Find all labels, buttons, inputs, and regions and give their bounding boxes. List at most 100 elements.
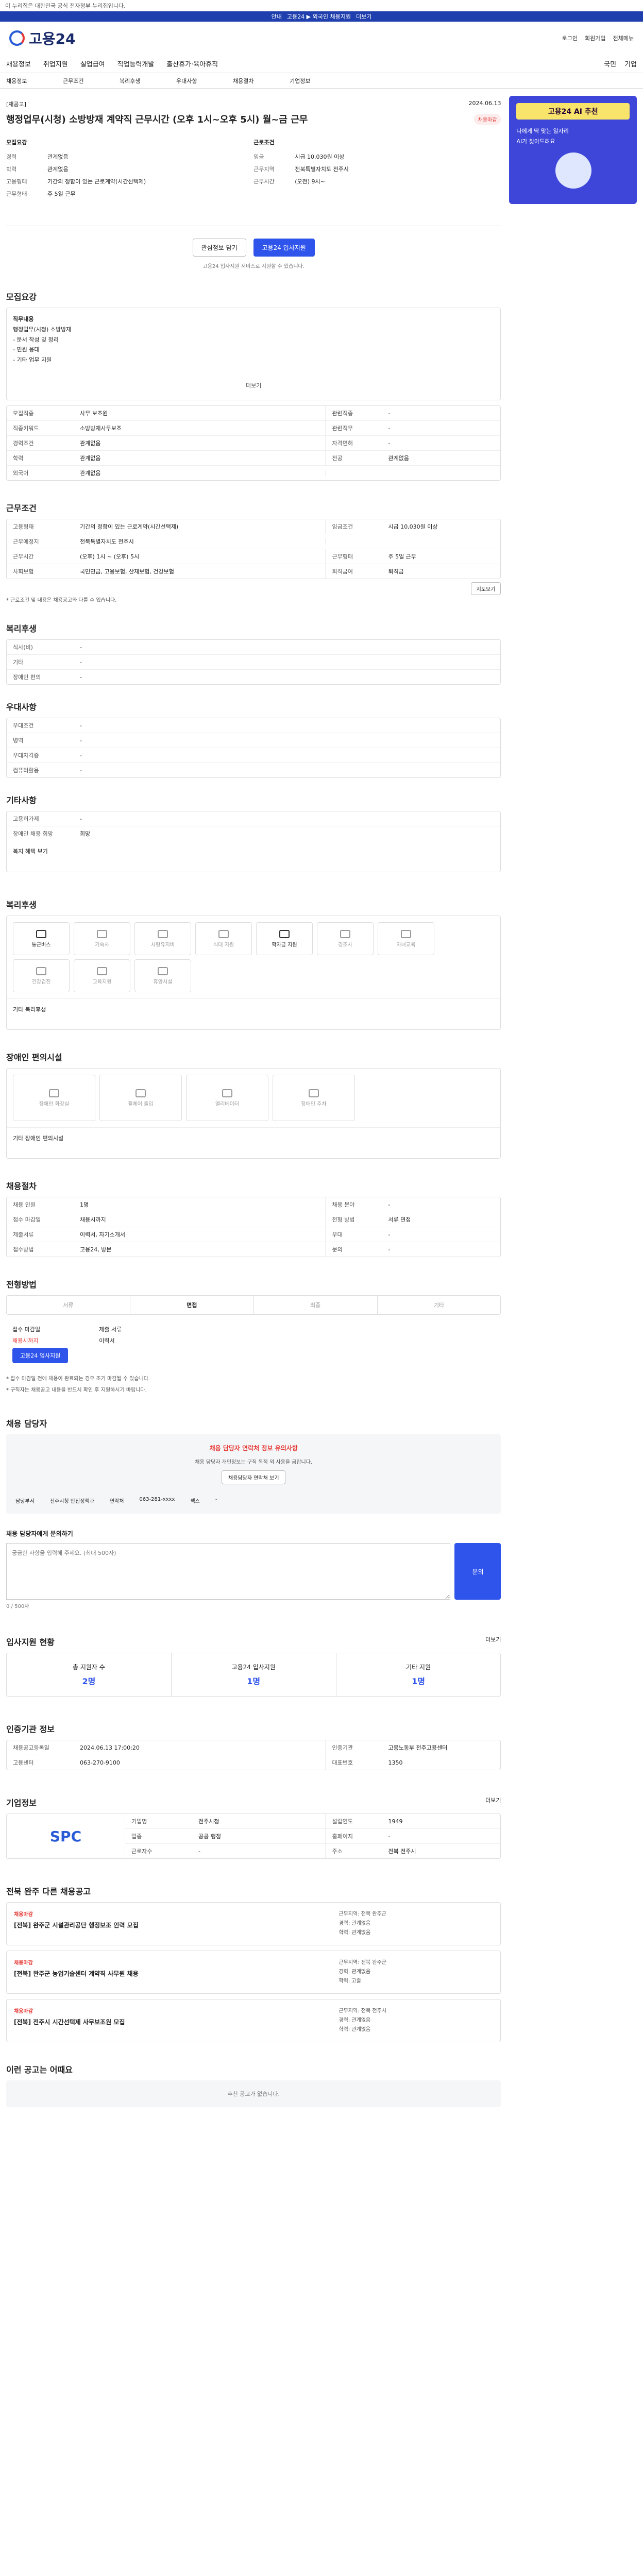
method-tab[interactable]: 기타 bbox=[378, 1296, 501, 1314]
site-header: 고용24 로그인 회원가입 전체메뉴 bbox=[0, 22, 643, 55]
utility-menu: 로그인 회원가입 전체메뉴 bbox=[562, 34, 634, 42]
site-logo[interactable]: 고용24 bbox=[9, 28, 76, 48]
stat-label: 고용24 입사지원 bbox=[231, 1664, 276, 1671]
tab-recruit[interactable]: 채용정보 bbox=[6, 77, 63, 85]
apply-button[interactable]: 고용24 입사지원 bbox=[253, 239, 315, 257]
status-more-link[interactable]: 더보기 bbox=[485, 1635, 501, 1648]
disabled-item-label: 장애인 화장실 bbox=[39, 1101, 70, 1107]
others-title: 전북 완주 다른 채용공고 bbox=[6, 1887, 91, 1896]
tab-conditions[interactable]: 근무조건 bbox=[63, 77, 120, 85]
row-value: 고용노동부 전주고용센터 bbox=[388, 1744, 448, 1751]
other-job-card[interactable]: 채용마감 [전북] 전주시 시간선택제 사무보조원 모집 근무지역: 전북 전주시 경… bbox=[6, 1999, 501, 2042]
row-key: 근무시간 bbox=[13, 553, 34, 560]
welfare-item-label: 자녀교육 bbox=[396, 942, 416, 948]
other-job-main: 채용마감 [전북] 완주군 농업기술센터 계약직 사무원 채용 bbox=[14, 1958, 339, 1986]
row-key: 홈페이지 bbox=[325, 1829, 382, 1843]
welfare-icons-title: 복리후생 bbox=[6, 900, 37, 910]
apply-deadline-value: 채용시까지 bbox=[12, 1337, 39, 1344]
accessibility-icon bbox=[136, 1089, 146, 1097]
row-value: - bbox=[388, 1201, 391, 1208]
row-key: 채용공고등록일 bbox=[13, 1744, 49, 1751]
other-job-badge: 채용마감 bbox=[14, 1912, 33, 1918]
row-key: 경력조건 bbox=[13, 440, 34, 447]
recruit-table: 모집직종 사무 보조원 관련직종 - 직종키워드 소방방재사무보조 관련직무 - 경력조건 관계없… bbox=[6, 405, 501, 481]
welfare-item-label: 휴양시설 bbox=[153, 979, 173, 985]
tab-preference[interactable]: 우대사항 bbox=[176, 77, 233, 85]
job-date: 2024.06.13 bbox=[468, 100, 501, 107]
stat-value: 1명 bbox=[412, 1676, 425, 1686]
welfare-item: 휴양시설 bbox=[134, 959, 191, 992]
summary-row: 근무시간 (오전) 9시~ bbox=[253, 175, 501, 188]
login-link[interactable]: 로그인 bbox=[562, 34, 578, 42]
qna-submit-button[interactable]: 문의 bbox=[454, 1543, 501, 1600]
other-job-title[interactable]: [전북] 완주군 시설관리공단 행정보조 인력 모집 bbox=[14, 1921, 339, 1929]
job-label: [재공고] bbox=[6, 101, 26, 108]
all-menu-button[interactable]: 전체메뉴 bbox=[613, 34, 634, 42]
row-key: 관련직무 bbox=[325, 421, 382, 435]
method-title: 전형방법 bbox=[6, 1280, 37, 1290]
summary-key: 임금 bbox=[253, 154, 264, 160]
map-button[interactable]: 지도보기 bbox=[470, 582, 501, 595]
welfare-item: 경조사 bbox=[317, 922, 374, 955]
announcement-more-link[interactable]: 더보기 bbox=[356, 12, 371, 21]
row-value: - bbox=[80, 767, 82, 774]
table-row: 채용공고등록일 2024.06.13 17:00:20 인증기관 고용노동부 전주고용… bbox=[7, 1740, 501, 1755]
welfare-icon bbox=[158, 929, 168, 938]
row-value: 전북 전주시 bbox=[388, 1848, 416, 1855]
method-note: * 구직자는 채용공고 내용을 반드시 확인 후 지원하시기 바랍니다. bbox=[6, 1387, 147, 1393]
other-job-title[interactable]: [전북] 전주시 시간선택제 사무보조원 모집 bbox=[14, 2018, 339, 2026]
disabled-icon-grid: 장애인 화장실 휠체어 출입 엘리베이터 장애인 주차 bbox=[7, 1069, 500, 1127]
qna-input[interactable] bbox=[6, 1543, 451, 1600]
welfare-icon bbox=[218, 929, 229, 938]
stat-item: 총 지원자 수 2명 bbox=[7, 1653, 172, 1696]
row-value: 고용24, 방문 bbox=[80, 1246, 112, 1253]
nav-item-support[interactable]: 취업지원 bbox=[43, 59, 68, 69]
other-job-card[interactable]: 채용마감 [전북] 완주군 농업기술센터 계약직 사무원 채용 근무지역: 전북 완… bbox=[6, 1951, 501, 1994]
announcement-text[interactable]: 고용24 ▶ 외국인 채용지원 bbox=[287, 12, 351, 21]
company-more-link[interactable]: 더보기 bbox=[485, 1796, 501, 1808]
preference-title: 우대사항 bbox=[6, 702, 37, 712]
welfare-table-section: 복리후생 식사(비) - 기타 - 장애인 편의 - bbox=[6, 622, 501, 685]
other-job-info: 근무지역: 전북 완주군 경력: 관계없음 학력: 관계없음 bbox=[339, 1910, 493, 1938]
extra-more-link[interactable]: 복지 혜택 보기 bbox=[7, 841, 500, 872]
row-value: - bbox=[80, 722, 82, 729]
other-job-meta: 근무지역: 전북 완주군 bbox=[339, 1960, 386, 1965]
status-stats: 총 지원자 수 2명 고용24 입사지원 1명 기타 지원 1명 bbox=[6, 1653, 501, 1697]
other-job-meta: 경력: 관계없음 bbox=[339, 1969, 371, 1975]
row-key: 설립연도 bbox=[325, 1814, 382, 1828]
signup-link[interactable]: 회원가입 bbox=[585, 34, 605, 42]
method-tab[interactable]: 최종 bbox=[254, 1296, 378, 1314]
other-job-title[interactable]: [전북] 완주군 농업기술센터 계약직 사무원 채용 bbox=[14, 1969, 339, 1978]
other-job-meta: 경력: 관계없음 bbox=[339, 2018, 371, 2023]
nav-item-training[interactable]: 직업능력개발 bbox=[117, 59, 155, 69]
nav-personal[interactable]: 국민 bbox=[604, 59, 616, 69]
welfare-icons-section: 복리후생 통근버스 기숙사 차량유지비 식대 지원 학자금 지원 경조사 자녀교육 건강검진 교… bbox=[6, 898, 501, 1030]
contact-title: 채용 담당자 bbox=[6, 1419, 47, 1429]
table-row: 장애인 편의 - bbox=[7, 670, 500, 684]
method-tab[interactable]: 면접 bbox=[130, 1296, 254, 1314]
contact-show-button[interactable]: 채용담당자 연락처 보기 bbox=[222, 1470, 286, 1484]
tab-welfare[interactable]: 복리후생 bbox=[120, 77, 176, 85]
gov-notice-bar: 이 누리집은 대한민국 공식 전자정부 누리집입니다. bbox=[0, 0, 643, 11]
scrap-button[interactable]: 관심정보 담기 bbox=[192, 239, 246, 257]
duty-more-button[interactable]: 더보기 bbox=[13, 381, 494, 391]
method-tab[interactable]: 서류 bbox=[7, 1296, 130, 1314]
table-row: 우대조건 - bbox=[7, 718, 501, 733]
tab-process[interactable]: 채용절차 bbox=[233, 77, 290, 85]
nav-item-leave[interactable]: 출산휴가·육아휴직 bbox=[166, 59, 218, 69]
tab-company[interactable]: 기업정보 bbox=[290, 77, 346, 85]
ai-banner[interactable]: 고용24 AI 추천 나에게 딱 맞는 일자리 AI가 찾아드려요 bbox=[509, 96, 637, 204]
welfare-item: 기숙사 bbox=[74, 922, 130, 955]
nav-item-jobs[interactable]: 채용정보 bbox=[6, 59, 31, 69]
row-value: - bbox=[388, 1833, 391, 1840]
row-key: 우대조건 bbox=[13, 722, 34, 729]
table-row: 병역 - bbox=[7, 733, 501, 748]
other-job-meta: 학력: 고졸 bbox=[339, 1978, 361, 1984]
nav-item-benefit[interactable]: 실업급여 bbox=[80, 59, 105, 69]
nav-company[interactable]: 기업 bbox=[624, 59, 637, 69]
stat-value: 2명 bbox=[82, 1676, 96, 1686]
stat-value: 1명 bbox=[247, 1676, 261, 1686]
inst-title: 인증기관 정보 bbox=[6, 1724, 55, 1734]
method-apply-button[interactable]: 고용24 입사지원 bbox=[12, 1348, 69, 1363]
other-job-card[interactable]: 채용마감 [전북] 완주군 시설관리공단 행정보조 인력 모집 근무지역: 전북 완… bbox=[6, 1902, 501, 1945]
